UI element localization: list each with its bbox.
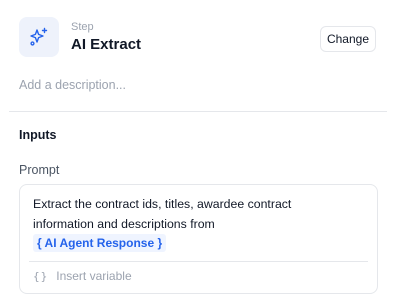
step-header: Step AI Extract bbox=[19, 17, 141, 57]
variable-chip[interactable]: { AI Agent Response } bbox=[33, 234, 167, 252]
section-divider bbox=[9, 111, 387, 112]
change-button[interactable]: Change bbox=[320, 26, 376, 52]
step-kicker: Step bbox=[71, 20, 94, 33]
prompt-text-line: information and descriptions from bbox=[33, 216, 215, 231]
inputs-heading: Inputs bbox=[19, 128, 57, 142]
step-titles: Step AI Extract bbox=[71, 21, 141, 54]
editor-divider bbox=[29, 261, 368, 262]
insert-variable-label: Insert variable bbox=[56, 269, 132, 283]
description-field[interactable]: Add a description... bbox=[19, 78, 126, 92]
sparkles-icon bbox=[19, 17, 59, 57]
braces-icon: {} bbox=[33, 269, 49, 283]
prompt-text[interactable]: Extract the contract ids, titles, awarde… bbox=[33, 195, 363, 234]
prompt-editor[interactable]: Extract the contract ids, titles, awarde… bbox=[19, 184, 378, 294]
insert-variable-button[interactable]: {} Insert variable bbox=[33, 269, 132, 283]
step-title: AI Extract bbox=[71, 35, 142, 53]
prompt-label: Prompt bbox=[19, 163, 60, 177]
prompt-text-line: Extract the contract ids, titles, awarde… bbox=[33, 197, 292, 211]
